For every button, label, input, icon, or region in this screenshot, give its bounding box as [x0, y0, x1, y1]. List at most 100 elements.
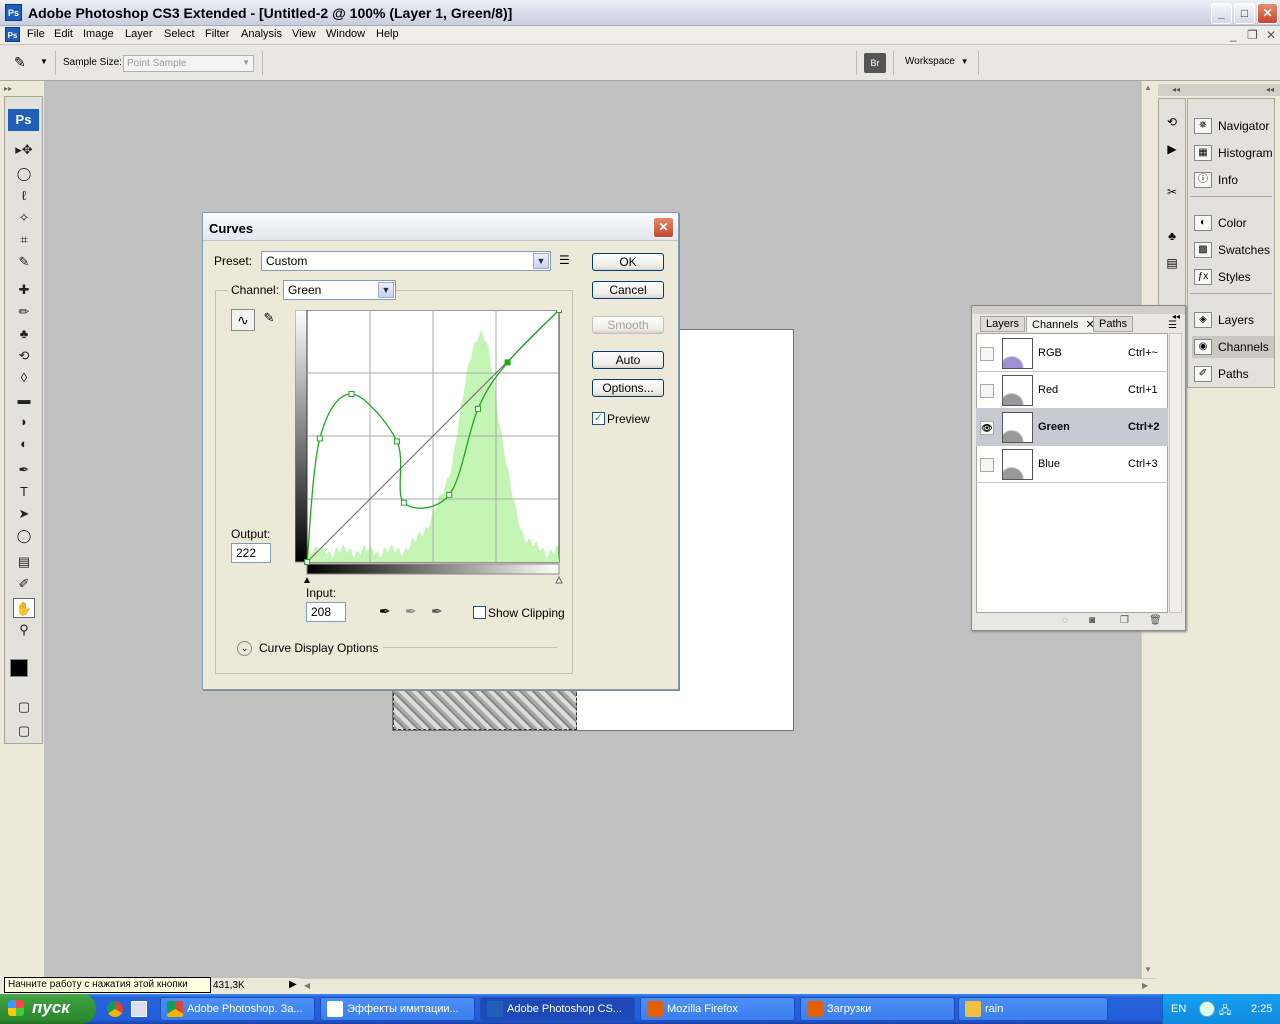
- tool-7-icon[interactable]: ✏: [13, 302, 35, 322]
- taskbar-item-4[interactable]: Загрузки: [800, 997, 955, 1021]
- quick-mask-icon[interactable]: ▢: [13, 697, 35, 717]
- curves-close-button[interactable]: ✕: [653, 217, 674, 238]
- auto-button[interactable]: Auto: [592, 351, 664, 369]
- tool-2-icon[interactable]: ℓ: [13, 186, 35, 206]
- curve-control-point[interactable]: [348, 391, 355, 397]
- tool-20-icon[interactable]: ✋: [13, 598, 35, 618]
- curve-control-point[interactable]: [556, 310, 562, 313]
- visibility-eye-icon[interactable]: 👁: [980, 421, 994, 435]
- document-close-button[interactable]: ✕: [1266, 28, 1276, 42]
- network-icon[interactable]: 🖧: [1219, 1002, 1231, 1021]
- save-selection-icon[interactable]: ◙: [1089, 615, 1095, 626]
- dock-item-styles[interactable]: ƒx Styles: [1192, 266, 1274, 288]
- show-desktop-quicklaunch-icon[interactable]: [131, 1001, 147, 1017]
- menu-help[interactable]: Help: [376, 28, 399, 40]
- curve-control-point[interactable]: [400, 499, 407, 506]
- visibility-eye-icon[interactable]: [980, 347, 994, 361]
- show-clipping-checkbox[interactable]: [473, 606, 486, 619]
- document-icon[interactable]: Ps: [5, 27, 20, 42]
- input-field[interactable]: 208: [306, 602, 346, 622]
- scroll-right-icon[interactable]: ▶: [1142, 981, 1148, 990]
- foreground-color-swatch[interactable]: [10, 659, 28, 677]
- tool-16-icon[interactable]: ➤: [13, 504, 35, 524]
- curves-graph[interactable]: [295, 310, 563, 586]
- dock-collapse-icon[interactable]: ◂◂: [1266, 85, 1274, 94]
- smooth-button[interactable]: Smooth: [592, 316, 664, 334]
- tray-arrow-icon[interactable]: [1199, 1001, 1215, 1017]
- window-title-bar[interactable]: Ps Adobe Photoshop CS3 Extended - [Untit…: [0, 0, 1280, 26]
- screen-mode-icon[interactable]: ▢: [13, 721, 35, 741]
- menu-filter[interactable]: Filter: [205, 28, 229, 40]
- tool-17-icon[interactable]: ◯: [13, 526, 35, 546]
- output-field[interactable]: 222: [231, 543, 271, 563]
- options-button[interactable]: Options...: [592, 379, 664, 397]
- sample-size-select[interactable]: Point Sample ▼: [123, 55, 254, 72]
- tool-0-icon[interactable]: ▸✥: [13, 140, 35, 160]
- curves-dialog-title-bar[interactable]: Curves ✕: [203, 213, 678, 241]
- menu-file[interactable]: File: [27, 28, 45, 40]
- curve-control-point[interactable]: [446, 491, 453, 498]
- gray-eyedropper-icon[interactable]: ✒: [405, 603, 417, 620]
- tool-12-icon[interactable]: ◗: [13, 412, 35, 432]
- taskbar-item-0[interactable]: Adobe Photoshop. За...: [160, 997, 315, 1021]
- cancel-button[interactable]: Cancel: [592, 281, 664, 299]
- start-button[interactable]: пуск: [0, 994, 96, 1024]
- tool-4-icon[interactable]: ⌗: [13, 230, 35, 250]
- curve-control-point[interactable]: [393, 438, 400, 445]
- curve-point-mode-button[interactable]: ∿: [231, 309, 255, 331]
- ok-button[interactable]: OK: [592, 253, 664, 271]
- menu-window[interactable]: Window: [326, 28, 365, 40]
- maximize-button[interactable]: □: [1234, 3, 1255, 24]
- black-point-slider-icon[interactable]: [304, 577, 310, 583]
- scroll-left-icon[interactable]: ◀: [304, 981, 310, 990]
- menu-image[interactable]: Image: [83, 28, 114, 40]
- new-channel-icon[interactable]: ❐: [1120, 615, 1129, 626]
- tool-5-icon[interactable]: ✎: [13, 252, 35, 272]
- dock-item-info[interactable]: ⓘ Info: [1192, 169, 1274, 191]
- actions-icon[interactable]: ▶: [1163, 142, 1181, 160]
- dock-header[interactable]: ◂◂ ◂◂: [1158, 84, 1280, 96]
- black-eyedropper-icon[interactable]: ✒: [379, 603, 391, 620]
- dock-collapse-icon[interactable]: ◂◂: [1172, 85, 1180, 94]
- tool-18-icon[interactable]: ▤: [13, 552, 35, 572]
- taskbar-item-3[interactable]: Mozilla Firefox: [640, 997, 795, 1021]
- channel-row-red[interactable]: Red Ctrl+1: [976, 372, 1168, 409]
- document-restore-button[interactable]: ❐: [1247, 28, 1258, 42]
- eyedropper-tool-preset-icon[interactable]: ✎: [14, 54, 34, 72]
- channel-row-rgb[interactable]: RGB Ctrl+~: [976, 335, 1168, 372]
- panel-drag-bar[interactable]: [972, 306, 1185, 314]
- bridge-icon[interactable]: Br: [864, 53, 886, 73]
- tool-8-icon[interactable]: ♣: [13, 324, 35, 344]
- white-point-slider-icon[interactable]: [555, 575, 563, 584]
- expand-icon[interactable]: ⌄: [237, 641, 252, 656]
- channels-scrollbar[interactable]: [1169, 333, 1182, 613]
- status-menu-arrow-icon[interactable]: ▶: [289, 979, 297, 990]
- dock-item-navigator[interactable]: ✵ Navigator: [1192, 115, 1274, 137]
- tool-13-icon[interactable]: ◐: [13, 434, 35, 454]
- visibility-eye-icon[interactable]: [980, 458, 994, 472]
- dock-item-color[interactable]: ◐ Color: [1192, 212, 1274, 234]
- preset-options-icon[interactable]: ☰: [559, 253, 570, 267]
- menu-analysis[interactable]: Analysis: [241, 28, 282, 40]
- tool-21-icon[interactable]: ⚲: [13, 620, 35, 640]
- tab-layers[interactable]: Layers: [980, 316, 1026, 332]
- menu-edit[interactable]: Edit: [54, 28, 73, 40]
- curve-display-options-toggle[interactable]: Curve Display Options: [259, 641, 378, 655]
- scroll-up-icon[interactable]: ▲: [1144, 83, 1152, 92]
- preset-select[interactable]: Custom ▼: [261, 251, 551, 271]
- tool-3-icon[interactable]: ✧: [13, 208, 35, 228]
- layer-image-selection[interactable]: [393, 688, 577, 730]
- close-button[interactable]: ✕: [1257, 3, 1278, 24]
- taskbar-item-1[interactable]: Эффекты имитации...: [320, 997, 475, 1021]
- minimize-button[interactable]: _: [1211, 3, 1232, 24]
- dock-item-swatches[interactable]: ▩ Swatches: [1192, 239, 1274, 261]
- clone-source-icon[interactable]: ♣: [1163, 229, 1181, 247]
- layer-comps-icon[interactable]: ▤: [1163, 256, 1181, 274]
- tool-preset-dropdown-icon[interactable]: ▼: [40, 57, 48, 66]
- tool-9-icon[interactable]: ⟲: [13, 346, 35, 366]
- scroll-down-icon[interactable]: ▼: [1144, 965, 1152, 974]
- panel-menu-icon[interactable]: ☰: [1168, 320, 1177, 331]
- tool-6-icon[interactable]: ✚: [13, 280, 35, 300]
- menu-layer[interactable]: Layer: [125, 28, 153, 40]
- channel-row-blue[interactable]: Blue Ctrl+3: [976, 446, 1168, 483]
